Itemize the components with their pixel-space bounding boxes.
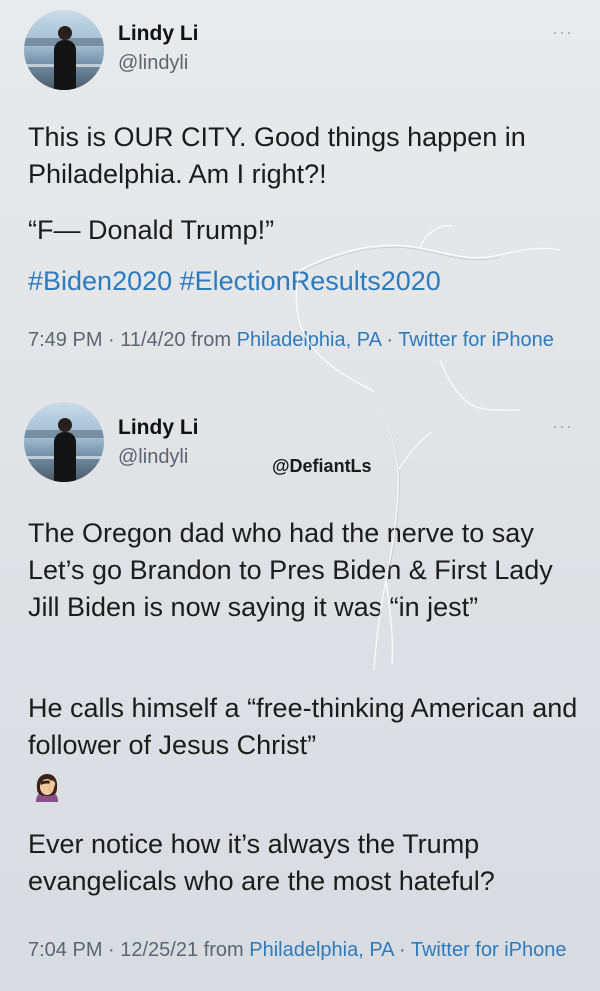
tweet-timestamp[interactable]: 7:04 PM · 12/25/21 from [28,939,249,961]
hashtags[interactable]: #Biden2020 #ElectionResults2020 [28,263,588,300]
tweet-text-line: This is OUR CITY. Good things happen in … [28,122,526,189]
tweet-paragraph: He calls himself a “free-thinking Americ… [28,693,578,760]
more-options-icon[interactable]: ··· [552,416,573,437]
display-name[interactable]: Lindy Li [118,22,199,46]
location-link[interactable]: Philadelphia, PA [249,939,393,961]
avatar[interactable] [24,402,104,482]
tweet-quote: “F— Donald Trump!” [28,215,275,245]
watermark: @DefiantLs [272,456,372,476]
display-name[interactable]: Lindy Li [118,416,199,440]
woman-facepalming-icon [36,774,58,802]
client-link[interactable]: Twitter for iPhone [398,329,554,351]
avatar[interactable] [24,10,104,90]
location-link[interactable]: Philadelphia, PA [237,329,381,351]
separator: · [393,939,411,961]
user-handle[interactable]: @lindyli [118,446,188,469]
tweet-timestamp[interactable]: 7:49 PM · 11/4/20 from [28,329,237,351]
user-handle[interactable]: @lindyli [118,52,188,75]
tweet-paragraph: Ever notice how it’s always the Trump ev… [28,829,495,896]
tweet-paragraph: The Oregon dad who had the nerve to say … [28,518,553,622]
tweet-meta: 7:49 PM · 11/4/20 from Philadelphia, PA … [28,326,588,355]
client-link[interactable]: Twitter for iPhone [411,939,567,961]
tweet-meta: 7:04 PM · 12/25/21 from Philadelphia, PA… [28,936,588,965]
more-options-icon[interactable]: ··· [552,22,573,43]
separator: · [380,329,399,351]
